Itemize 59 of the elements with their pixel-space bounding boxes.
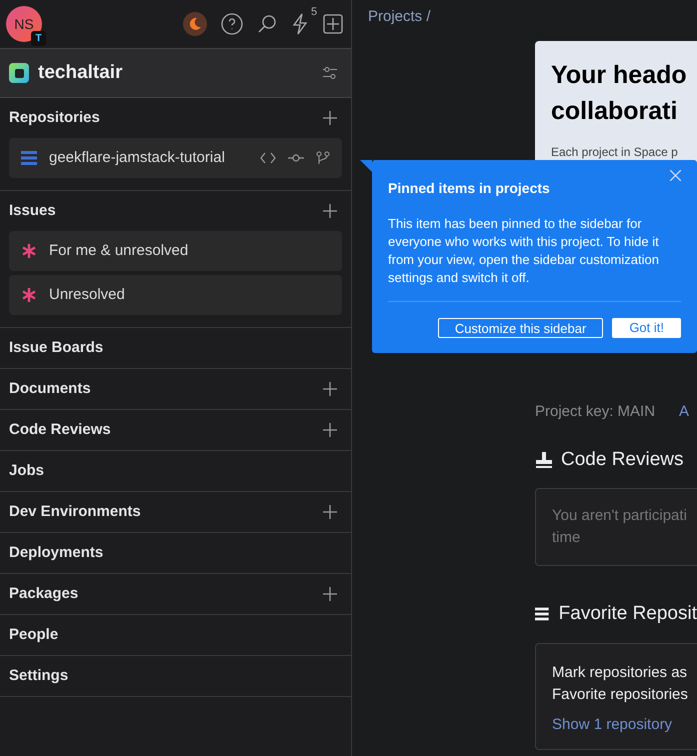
banner-title: collaborati — [551, 96, 678, 127]
lightning-icon[interactable] — [291, 13, 309, 35]
search-icon[interactable] — [257, 14, 277, 34]
issue-filter-item[interactable]: For me & unresolved — [9, 231, 342, 271]
section-heading: Code Reviews — [561, 448, 684, 472]
banner-text: Each project in Space p — [551, 144, 679, 161]
project-logo-icon — [9, 63, 29, 83]
close-icon[interactable] — [670, 170, 681, 181]
issue-filter-label: Unresolved — [49, 284, 125, 305]
popover-text: This item has been pinned to the sidebar for everyone who works with this project. To hide it from your view, open the sidebar customization settings and switch it off. — [388, 215, 660, 287]
theme-toggle[interactable] — [183, 12, 207, 36]
section-title[interactable]: Issue Boards — [9, 336, 104, 360]
add-icon[interactable] — [322, 203, 338, 219]
asterisk-icon — [21, 287, 37, 303]
section-heading: Favorite Reposit — [558, 602, 697, 626]
workspace-header[interactable]: techaltair — [0, 49, 351, 98]
add-icon[interactable] — [323, 14, 343, 34]
section-title[interactable]: Deployments — [9, 542, 104, 564]
workspace-name: techaltair — [38, 60, 122, 85]
show-repositories-link[interactable]: Show 1 repository — [552, 714, 672, 736]
issue-filter-label: For me & unresolved — [49, 240, 188, 261]
repository-item[interactable]: geekflare-jamstack-tutorial — [9, 138, 342, 178]
banner-title: Your heado — [551, 60, 687, 91]
section-title[interactable]: People — [9, 624, 58, 646]
stamp-icon — [535, 450, 553, 469]
repository-name: geekflare-jamstack-tutorial — [49, 148, 225, 168]
section-title[interactable]: Packages — [9, 582, 78, 606]
section-title[interactable]: Repositories — [9, 106, 100, 130]
section-title[interactable]: Settings — [9, 664, 68, 688]
repository-list-icon — [535, 607, 549, 622]
add-icon[interactable] — [322, 504, 338, 520]
section-title[interactable]: Code Reviews — [9, 418, 111, 442]
breadcrumb[interactable]: Projects / — [368, 0, 697, 34]
settings-icon[interactable] — [323, 66, 337, 80]
add-icon[interactable] — [322, 381, 338, 397]
asterisk-icon — [21, 243, 37, 259]
issue-filter-item[interactable]: Unresolved — [9, 275, 342, 315]
notification-count: 5 — [311, 5, 318, 20]
code-icon[interactable] — [260, 152, 276, 164]
project-link[interactable]: A — [679, 401, 690, 424]
repository-icon — [21, 151, 37, 165]
section-title[interactable]: Issues — [9, 200, 56, 222]
section-title[interactable]: Dev Environments — [9, 500, 141, 524]
add-icon[interactable] — [322, 422, 338, 438]
moon-icon — [188, 17, 202, 31]
got-it-button[interactable]: Got it! — [612, 318, 681, 338]
section-title[interactable]: Documents — [9, 378, 91, 400]
help-icon[interactable] — [221, 13, 243, 35]
section-title[interactable]: Jobs — [9, 460, 44, 482]
project-key: Project key: MAIN — [535, 401, 656, 424]
favorites-message: Mark repositories as Favorite repositories — [552, 662, 689, 704]
add-icon[interactable] — [322, 586, 338, 602]
add-icon[interactable] — [322, 110, 338, 126]
branch-icon[interactable] — [316, 151, 330, 165]
workspace-badge: T — [31, 31, 46, 46]
commit-icon[interactable] — [288, 153, 304, 163]
customize-sidebar-button[interactable]: Customize this sidebar — [438, 318, 604, 338]
popover-title: Pinned items in projects — [388, 179, 551, 198]
empty-message: You aren't participati time — [552, 506, 687, 548]
